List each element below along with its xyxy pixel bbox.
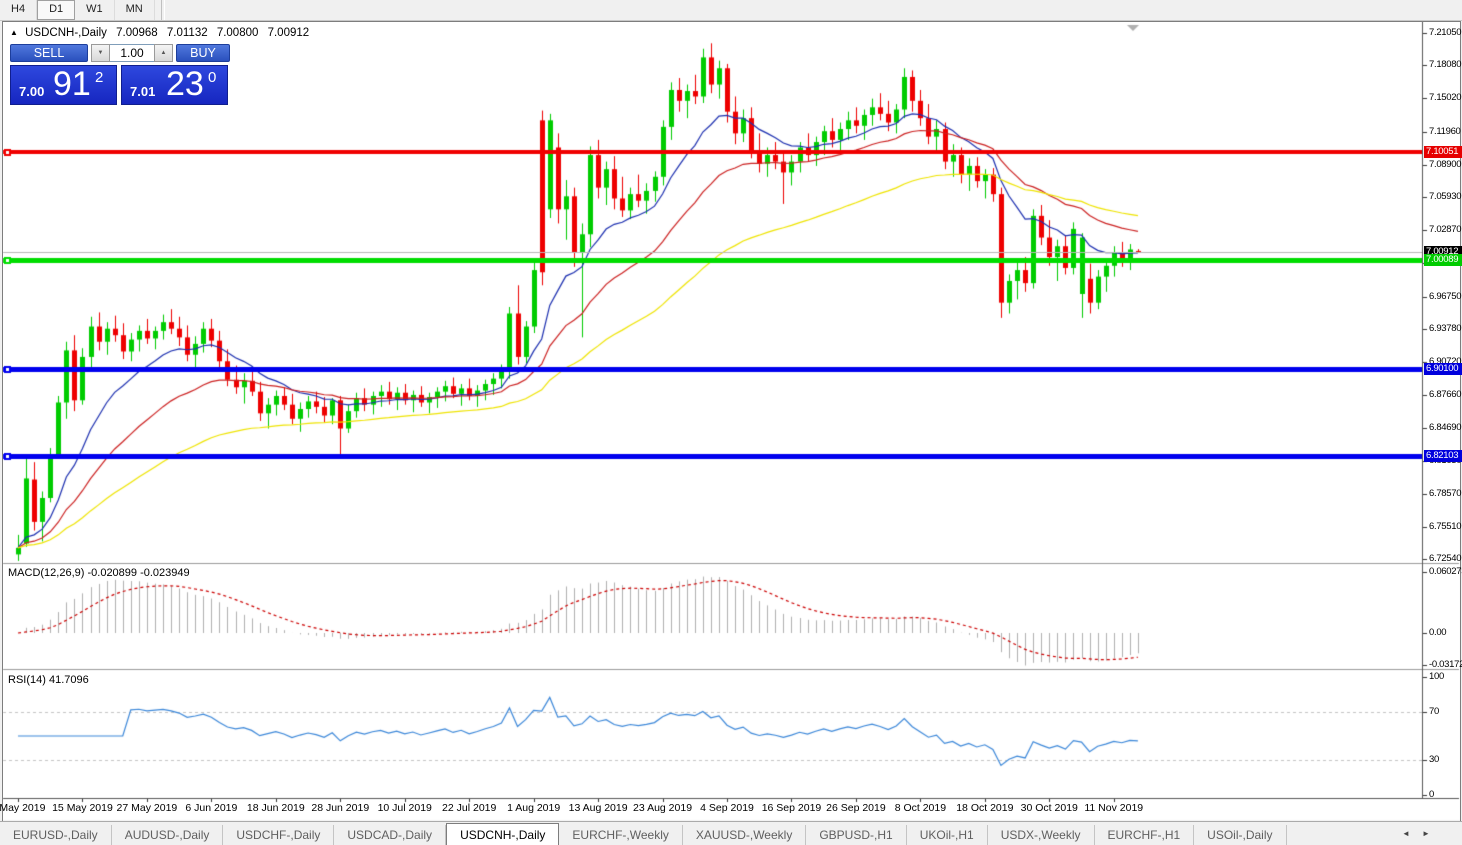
volume-increase-icon[interactable]: ▲	[154, 44, 173, 62]
price-axis-tick: 7.08900	[1429, 159, 1462, 170]
date-axis-label: 15 May 2019	[52, 802, 113, 814]
buy-price-main: 7.01	[130, 84, 155, 99]
sell-button[interactable]: SELL	[10, 44, 88, 62]
chart-tab-gbpusd-h1[interactable]: GBPUSD-,H1	[806, 825, 906, 845]
price-axis-tick: 6.96750	[1429, 291, 1462, 302]
chart-tab-eurchf-h1[interactable]: EURCHF-,H1	[1095, 825, 1195, 845]
date-axis-label: 3 May 2019	[0, 802, 45, 814]
buy-price-display[interactable]: 7.01 23 0	[121, 65, 228, 105]
price-axis-tick: 6.78570	[1429, 488, 1462, 499]
collapse-triangle-icon[interactable]: ▲	[10, 28, 18, 37]
date-axis-label: 13 Aug 2019	[569, 802, 628, 814]
price-axis-tick: 6.75510	[1429, 521, 1462, 532]
price-axis-box: 6.82103	[1424, 450, 1462, 462]
buy-price-big: 23	[166, 65, 204, 104]
price-axis-tick: 6.72540	[1429, 553, 1462, 564]
timeframe-button-mn[interactable]: MN	[115, 0, 155, 20]
macd-indicator-label: MACD(12,26,9) -0.020899 -0.023949	[8, 567, 190, 579]
symbol-tab-bar: EURUSD-,DailyAUDUSD-,DailyUSDCHF-,DailyU…	[0, 821, 1462, 845]
sell-price-display[interactable]: 7.00 91 2	[10, 65, 117, 105]
price-axis-tick: 6.84690	[1429, 422, 1462, 433]
chart-tab-ukoil-h1[interactable]: UKOil-,H1	[907, 825, 988, 845]
date-axis-label: 6 Jun 2019	[185, 802, 237, 814]
date-axis-label: 4 Sep 2019	[700, 802, 754, 814]
volume-decrease-icon[interactable]: ▼	[91, 44, 110, 62]
date-axis-label: 18 Jun 2019	[247, 802, 305, 814]
ohlc-open: 7.00968	[116, 27, 158, 39]
macd-axis-tick: -0.031725	[1429, 659, 1462, 670]
chart-tab-usdx-weekly[interactable]: USDX-,Weekly	[988, 825, 1095, 845]
price-axis-box: 7.00089	[1424, 254, 1462, 266]
chart-title: ▲ USDCNH-,Daily 7.00968 7.01132 7.00800 …	[10, 27, 309, 39]
ohlc-high: 7.01132	[167, 27, 208, 39]
toolbar-divider	[161, 0, 165, 20]
date-axis-label: 27 May 2019	[117, 802, 178, 814]
rsi-axis-tick: 70	[1429, 706, 1462, 717]
date-axis-label: 30 Oct 2019	[1021, 802, 1078, 814]
chart-tab-usdcad-daily[interactable]: USDCAD-,Daily	[334, 825, 446, 845]
sell-price-main: 7.00	[19, 84, 44, 99]
chart-window-frame	[2, 21, 1461, 822]
date-axis-label: 26 Sep 2019	[826, 802, 886, 814]
macd-axis-tick: 0.060273	[1429, 566, 1462, 577]
sell-price-sup: 2	[95, 69, 103, 86]
buy-button[interactable]: BUY	[176, 44, 230, 62]
price-axis-tick: 7.15020	[1429, 92, 1462, 103]
date-axis-label: 18 Oct 2019	[956, 802, 1013, 814]
date-axis-label: 16 Sep 2019	[762, 802, 822, 814]
date-axis-label: 28 Jun 2019	[311, 802, 369, 814]
chart-tab-usdchf-daily[interactable]: USDCHF-,Daily	[223, 825, 334, 845]
timeframe-button-h4[interactable]: H4	[0, 0, 37, 20]
sell-price-big: 91	[53, 65, 91, 104]
date-axis-label: 1 Aug 2019	[507, 802, 560, 814]
price-axis-tick: 7.05930	[1429, 191, 1462, 202]
one-click-trade-panel: SELL ▼ 1.00 ▲ BUY 7.00 91 2 7.01 23 0	[10, 44, 230, 105]
timeframe-button-w1[interactable]: W1	[75, 0, 115, 20]
chart-tab-xauusd-weekly[interactable]: XAUUSD-,Weekly	[683, 825, 806, 845]
price-axis-tick: 7.11960	[1429, 126, 1462, 137]
chart-tab-eurusd-daily[interactable]: EURUSD-,Daily	[0, 825, 112, 845]
rsi-axis-tick: 100	[1429, 671, 1462, 682]
date-axis-label: 8 Oct 2019	[895, 802, 946, 814]
price-axis-tick: 7.02870	[1429, 224, 1462, 235]
chart-tab-eurchf-weekly[interactable]: EURCHF-,Weekly	[559, 825, 682, 845]
tab-scroll-left-icon[interactable]: ◄	[1402, 829, 1410, 838]
rsi-axis-tick: 30	[1429, 754, 1462, 765]
price-axis-tick: 6.93780	[1429, 323, 1462, 334]
macd-axis-tick: 0.00	[1429, 627, 1462, 638]
volume-input[interactable]: 1.00	[110, 44, 154, 62]
chart-tab-audusd-daily[interactable]: AUDUSD-,Daily	[112, 825, 224, 845]
price-axis-tick: 7.21050	[1429, 27, 1462, 38]
price-axis-tick: 7.18080	[1429, 59, 1462, 70]
timeframe-button-d1[interactable]: D1	[37, 0, 75, 20]
date-axis-label: 22 Jul 2019	[442, 802, 496, 814]
symbol-period-label: USDCNH-,Daily	[25, 27, 107, 39]
rsi-axis-tick: 0	[1429, 789, 1462, 800]
terminal-window: H4D1W1MN ▲ USDCNH-,Daily 7.00968 7.01132…	[0, 0, 1462, 845]
price-axis-box: 7.10051	[1424, 146, 1462, 158]
date-axis-label: 10 Jul 2019	[378, 802, 432, 814]
chart-tab-usdcnh-daily[interactable]: USDCNH-,Daily	[446, 823, 559, 845]
date-axis-label: 23 Aug 2019	[633, 802, 692, 814]
date-axis-label: 11 Nov 2019	[1084, 802, 1143, 814]
price-axis-box: 6.90100	[1424, 363, 1462, 375]
chart-tab-usoil-daily[interactable]: USOil-,Daily	[1194, 825, 1286, 845]
timeframe-toolbar: H4D1W1MN	[0, 0, 1462, 21]
price-axis-tick: 6.87660	[1429, 389, 1462, 400]
ohlc-low: 7.00800	[217, 27, 259, 39]
rsi-indicator-label: RSI(14) 41.7096	[8, 674, 89, 686]
tab-scroll-right-icon[interactable]: ►	[1422, 829, 1430, 838]
ohlc-close: 7.00912	[268, 27, 310, 39]
buy-price-sup: 0	[208, 69, 216, 86]
